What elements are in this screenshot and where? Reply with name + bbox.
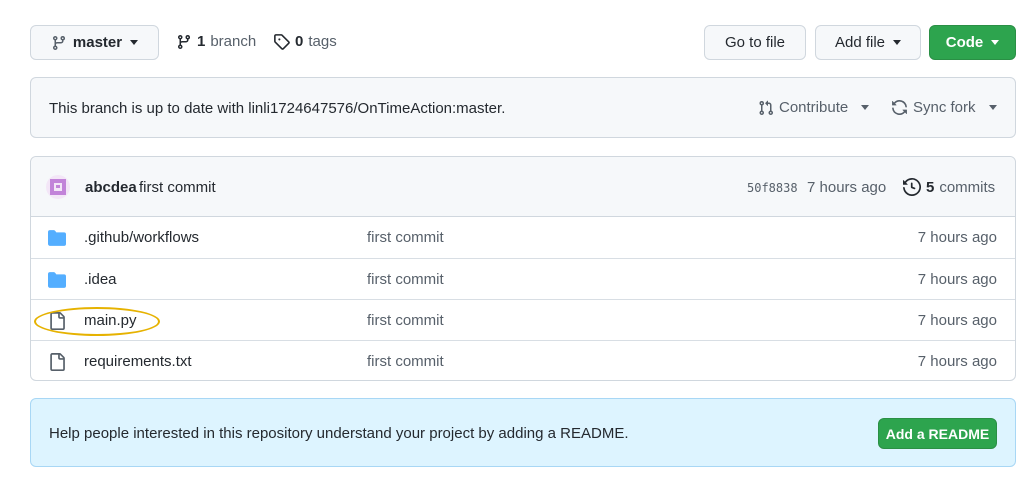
file-commit-message[interactable]: first commit [367,271,444,288]
folder-icon [48,230,66,246]
readme-prompt-text: Help people interested in this repositor… [49,425,629,442]
branch-select-button[interactable]: master [30,25,159,60]
highlight-ring [34,307,160,336]
file-name[interactable]: .github/workflows [84,229,199,246]
avatar[interactable] [46,175,70,199]
file-name[interactable]: requirements.txt [84,353,192,370]
file-commit-message[interactable]: first commit [367,312,444,329]
code-label: Code [945,34,984,51]
history-icon [903,178,921,196]
identicon-icon [50,179,66,195]
file-row[interactable]: requirements.txt first commit 7 hours ag… [31,340,1015,381]
chevron-down-icon [991,40,1000,45]
file-icon [50,353,65,371]
branch-select-label: master [72,34,123,51]
chevron-down-icon [893,40,902,45]
add-file-button[interactable]: Add file [815,25,921,60]
chevron-down-icon [130,40,139,45]
commit-message[interactable]: first commit [139,179,216,196]
file-row[interactable]: .idea first commit 7 hours ago [31,258,1015,299]
git-branch-icon [177,34,190,49]
readme-prompt: Help people interested in this repositor… [30,398,1016,467]
go-to-file-button[interactable]: Go to file [704,25,806,60]
commits-label: commits [939,178,996,196]
git-branch-icon [52,35,65,50]
code-button[interactable]: Code [929,25,1016,60]
commits-link[interactable]: 5 commits [903,178,995,196]
folder-icon [48,272,66,288]
file-list: abcdea first commit 50f8838 7 hours ago … [30,156,1016,381]
add-readme-button[interactable]: Add a README [878,418,997,449]
sync-fork-label: Sync fork [913,99,976,116]
commit-sha[interactable]: 50f8838 [747,181,798,195]
file-age: 7 hours ago [917,229,997,246]
file-age: 7 hours ago [917,312,997,329]
branches-link[interactable]: 1 branch [176,33,256,50]
fork-sync-banner: This branch is up to date with linli1724… [30,77,1016,138]
file-commit-message[interactable]: first commit [367,229,444,246]
chevron-down-icon [988,105,997,110]
contribute-button[interactable]: Contribute [758,99,870,116]
chevron-down-icon [861,105,870,110]
file-row[interactable]: main.py first commit 7 hours ago [31,299,1015,340]
sync-status-text: This branch is up to date with linli1724… [49,100,506,117]
latest-commit-bar: abcdea first commit 50f8838 7 hours ago … [31,157,1015,217]
file-name[interactable]: .idea [84,271,117,288]
pull-request-icon [759,100,774,115]
sync-fork-button[interactable]: Sync fork [891,99,997,116]
file-commit-message[interactable]: first commit [367,353,444,370]
tags-count: 0 [295,33,304,50]
commit-author[interactable]: abcdea [85,179,137,196]
add-file-label: Add file [834,34,886,51]
file-row[interactable]: .github/workflows first commit 7 hours a… [31,217,1015,258]
go-to-file-label: Go to file [724,34,786,51]
tag-icon [274,34,290,50]
sync-icon [892,100,907,115]
tags-link[interactable]: 0 tags [273,33,337,50]
branches-label: branch [210,33,257,50]
branches-count: 1 [197,33,206,50]
tags-label: tags [308,33,337,50]
file-age: 7 hours ago [917,353,997,370]
commit-age: 7 hours ago [807,179,887,196]
contribute-label: Contribute [779,99,849,116]
commits-count: 5 [926,178,935,196]
file-age: 7 hours ago [917,271,997,288]
